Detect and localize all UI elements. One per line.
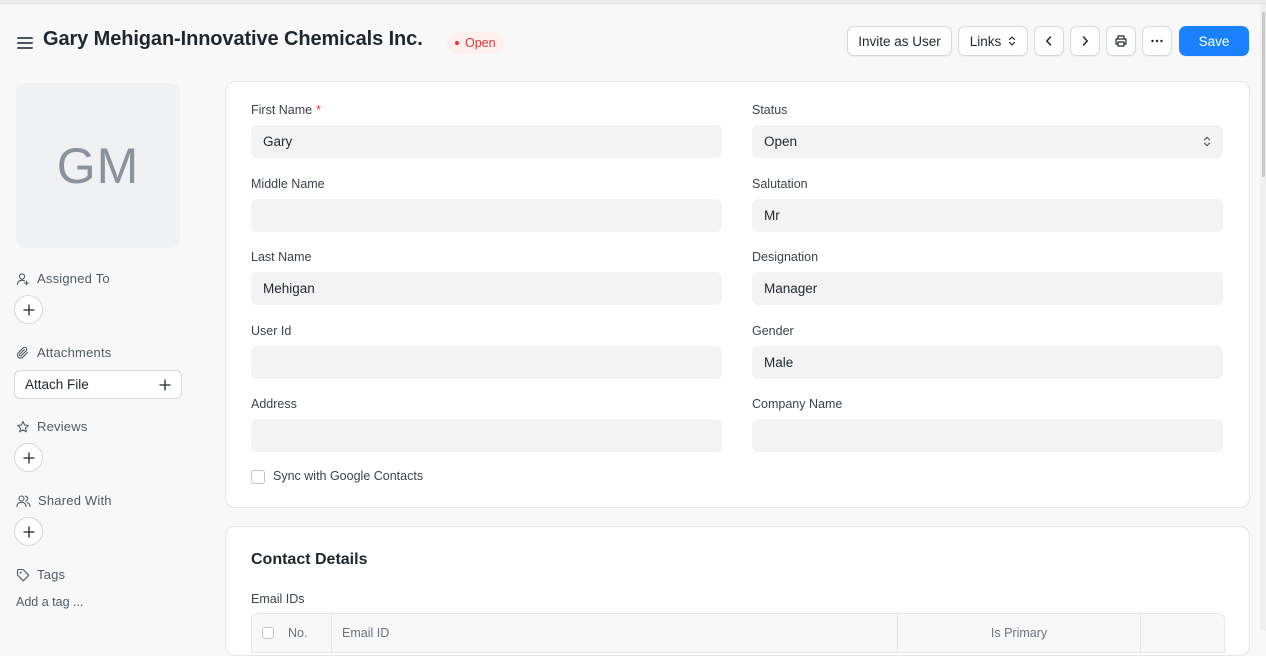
designation-field[interactable]: Manager [752, 272, 1223, 305]
chevron-right-icon [1082, 36, 1088, 46]
plus-icon [22, 303, 35, 316]
company-name-label: Company Name [752, 397, 843, 411]
attach-file-label: Attach File [25, 377, 89, 392]
invite-as-user-label: Invite as User [858, 33, 941, 49]
last-name-label: Last Name [251, 250, 312, 264]
ellipsis-icon [1151, 39, 1163, 43]
email-ids-table-header: No. Email ID Is Primary [251, 613, 1225, 653]
links-label: Links [969, 33, 1002, 49]
page-header: Gary Mehigan-Innovative Chemicals Inc. O… [0, 4, 1260, 76]
salutation-field[interactable]: Mr [752, 199, 1223, 232]
reviews-label: Reviews [37, 419, 88, 434]
status-label: Status [752, 103, 788, 117]
table-header-is-primary: Is Primary [898, 614, 1141, 652]
save-button[interactable]: Save [1179, 26, 1249, 56]
middle-name-field[interactable] [251, 199, 722, 232]
add-assignee-button[interactable] [14, 295, 43, 324]
contact-details-card: Contact Details Email IDs No. Email ID I… [225, 526, 1250, 656]
shared-with-label: Shared With [38, 493, 112, 508]
sync-google-checkbox[interactable] [251, 470, 265, 484]
invite-as-user-button[interactable]: Invite as User [847, 26, 952, 56]
table-header-actions [1141, 614, 1226, 652]
middle-name-label: Middle Name [251, 177, 325, 191]
first-name-field[interactable]: Gary [251, 125, 722, 158]
page-title: Gary Mehigan-Innovative Chemicals Inc. [43, 28, 423, 50]
gender-label: Gender [752, 324, 794, 338]
sort-chevrons-icon [1009, 36, 1016, 46]
contact-form-card: First Name * Gary Middle Name Last Name M… [225, 81, 1250, 508]
plus-icon [22, 451, 35, 464]
tag-icon [16, 568, 30, 581]
select-chevrons-icon [1203, 136, 1211, 147]
table-header-email-id: Email ID [332, 614, 898, 652]
user-id-field[interactable] [251, 346, 722, 379]
attachments-section: Attachments [16, 345, 111, 360]
reviews-section: Reviews [16, 419, 88, 434]
status-select-value: Open [764, 134, 798, 149]
printer-icon [1115, 35, 1127, 47]
user-plus-icon [16, 272, 30, 286]
print-button[interactable] [1106, 26, 1136, 56]
next-record-button[interactable] [1070, 26, 1100, 56]
address-field[interactable] [251, 419, 722, 452]
attach-file-button[interactable]: Attach File [14, 370, 182, 399]
col-no-label: No. [288, 626, 308, 640]
status-badge-label: Open [465, 36, 496, 50]
hamburger-menu-icon[interactable] [17, 37, 33, 49]
chevron-left-icon [1046, 36, 1052, 46]
save-label: Save [1198, 33, 1230, 49]
links-dropdown-button[interactable]: Links [958, 26, 1028, 56]
status-select[interactable]: Open [752, 125, 1223, 158]
contact-details-title: Contact Details [251, 551, 368, 568]
tags-section: Tags [16, 567, 65, 582]
table-header-no: No. [252, 614, 332, 652]
select-all-checkbox[interactable] [262, 627, 274, 639]
plus-icon [22, 525, 35, 538]
shared-with-section: Shared With [16, 493, 112, 508]
attachments-label: Attachments [37, 345, 112, 360]
avatar-initials: GM [56, 137, 140, 194]
designation-label: Designation [752, 250, 819, 264]
previous-record-button[interactable] [1034, 26, 1064, 56]
page-scrollbar[interactable] [1260, 4, 1266, 631]
scrollbar-thumb[interactable] [1262, 12, 1265, 177]
last-name-field[interactable]: Mehigan [251, 272, 722, 305]
first-name-label: First Name * [251, 103, 321, 117]
status-dot-icon [455, 40, 459, 45]
sync-google-label: Sync with Google Contacts [273, 469, 424, 483]
add-share-button[interactable] [14, 517, 43, 546]
address-label: Address [251, 397, 297, 411]
status-badge: Open [447, 32, 504, 54]
paperclip-icon [16, 346, 29, 359]
email-ids-label: Email IDs [251, 592, 305, 606]
add-review-button[interactable] [14, 443, 43, 472]
assigned-to-label: Assigned To [37, 271, 110, 286]
more-actions-button[interactable] [1142, 26, 1172, 56]
salutation-label: Salutation [752, 177, 808, 191]
user-id-label: User Id [251, 324, 292, 338]
users-icon [16, 494, 31, 507]
tags-label: Tags [37, 567, 66, 582]
plus-icon [159, 378, 171, 391]
company-name-field[interactable] [752, 419, 1223, 452]
gender-field[interactable]: Male [752, 346, 1223, 379]
avatar[interactable]: GM [16, 83, 180, 248]
assigned-to-section: Assigned To [16, 271, 110, 286]
star-icon [17, 420, 29, 432]
add-tag-link[interactable]: Add a tag ... [16, 595, 83, 609]
